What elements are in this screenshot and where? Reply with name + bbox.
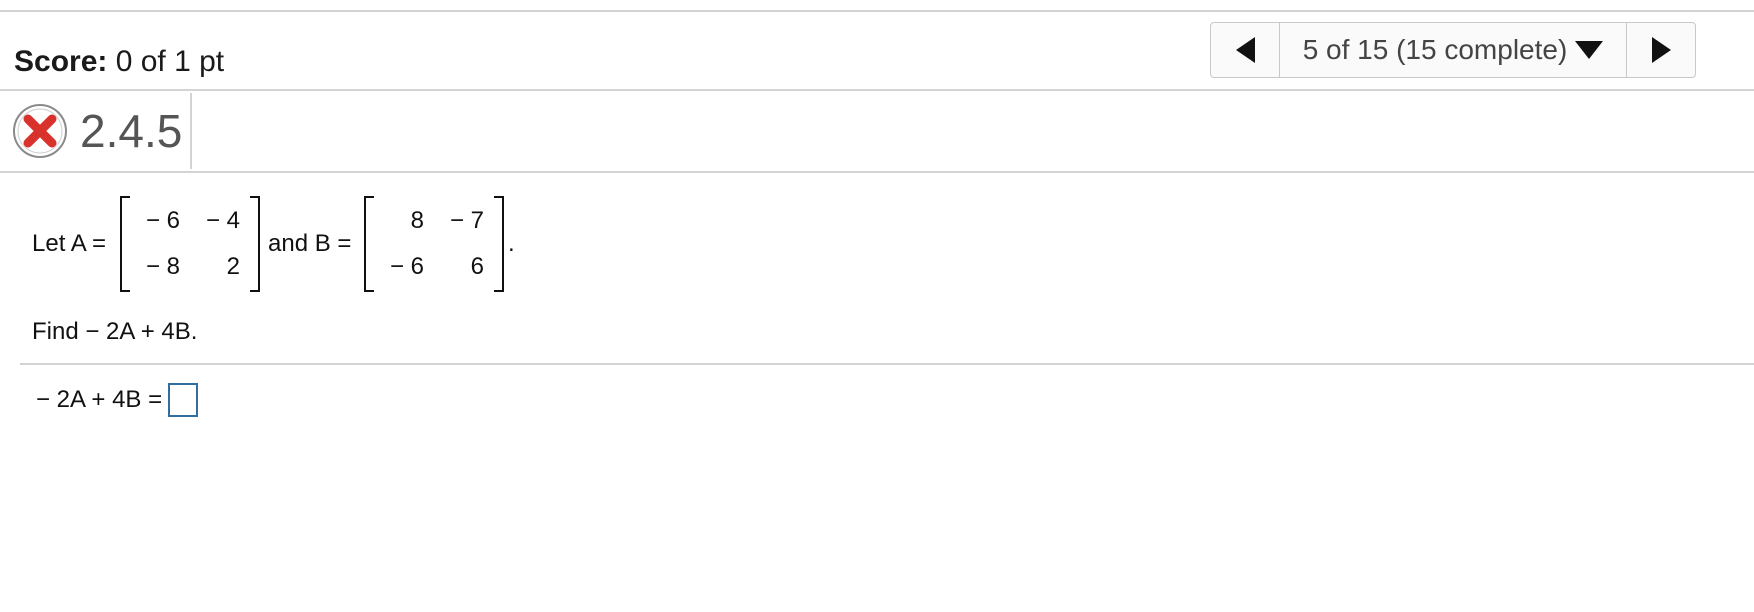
matrix-a-right-bracket <box>250 196 260 292</box>
question-header: 2.4.5 <box>0 91 1754 171</box>
answer-label: − 2A + 4B = <box>36 386 163 413</box>
question-content-divider <box>0 171 1754 173</box>
question-header-divider <box>190 93 192 169</box>
matrix-b: 8 − 7 − 6 6 <box>364 196 504 292</box>
matrix-a-cell: − 6 <box>145 207 180 234</box>
matrix-b-right-bracket <box>494 196 504 292</box>
matrix-b-cell: 8 <box>410 207 424 234</box>
question-navigator: 5 of 15 (15 complete) <box>1210 22 1696 78</box>
incorrect-x-icon <box>13 104 67 158</box>
question-progress-text: 5 of 15 (15 complete) <box>1302 34 1568 65</box>
answer-row: − 2A + 4B = <box>36 380 199 420</box>
next-question-button[interactable] <box>1626 23 1695 77</box>
matrix-a-left-bracket <box>120 196 130 292</box>
problem-statement: Let A = − 6 − 4 − 8 2 and B = 8 − 7 − 6 … <box>32 196 632 292</box>
score-label: Score: <box>14 45 108 78</box>
matrix-b-left-bracket <box>364 196 374 292</box>
matrix-b-cell: − 6 <box>389 253 424 280</box>
matrix-a: − 6 − 4 − 8 2 <box>120 196 260 292</box>
question-number: 2.4.5 <box>80 105 183 157</box>
triangle-right-icon <box>1651 37 1671 63</box>
answer-input[interactable] <box>168 383 199 417</box>
triangle-left-icon <box>1235 37 1255 63</box>
find-instruction: Find − 2A + 4B. <box>32 318 198 345</box>
and-b-text: and B = <box>268 230 352 257</box>
matrix-b-cell: − 7 <box>449 207 484 234</box>
statement-period: . <box>508 230 515 257</box>
matrix-a-cell: − 8 <box>145 253 180 280</box>
let-a-text: Let A = <box>32 230 107 257</box>
matrix-a-cell: − 4 <box>205 207 240 234</box>
triangle-down-icon <box>1575 41 1604 59</box>
matrix-a-cell: 2 <box>226 253 240 280</box>
answer-divider <box>20 363 1754 365</box>
score-value: 0 of 1 pt <box>115 45 225 78</box>
question-selector-dropdown[interactable]: 5 of 15 (15 complete) <box>1280 23 1626 77</box>
previous-question-button[interactable] <box>1211 23 1280 77</box>
score-bar: Score: 0 of 1 pt 5 of 15 (15 complete) <box>0 12 1754 90</box>
matrix-b-cell: 6 <box>470 253 484 280</box>
score-display: Score: 0 of 1 pt <box>14 44 224 80</box>
